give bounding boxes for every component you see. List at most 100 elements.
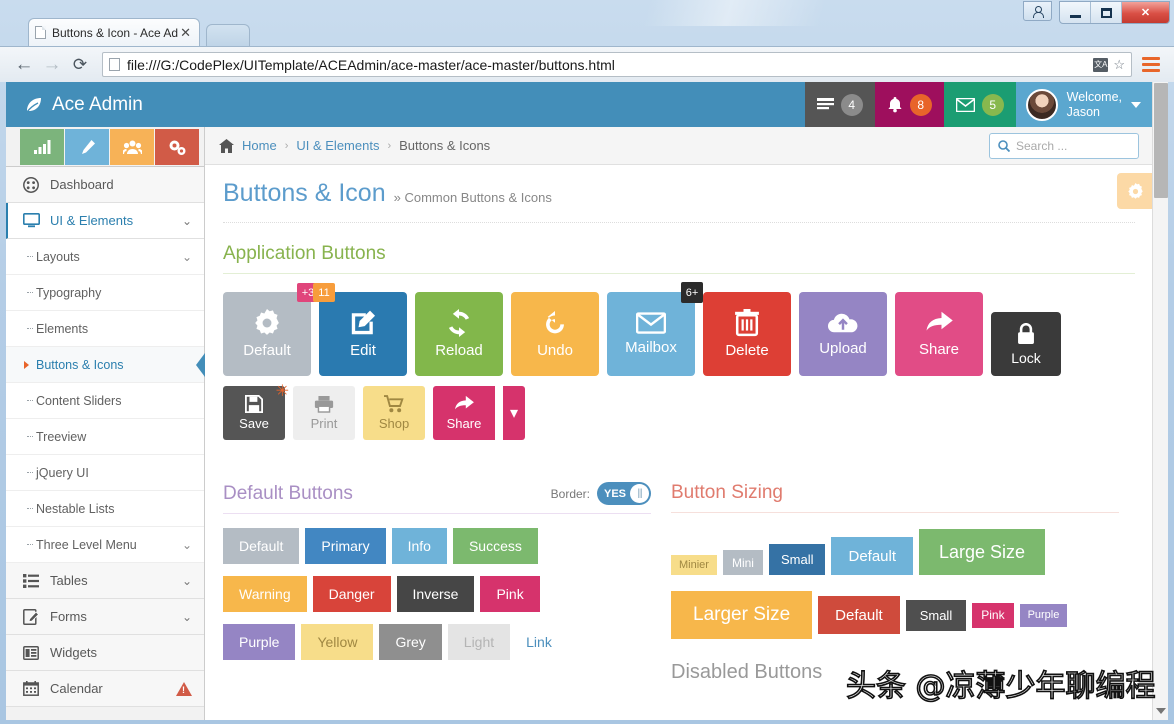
messages-menu[interactable]: 5: [943, 82, 1016, 127]
welcome-label: Welcome,: [1066, 89, 1122, 104]
button-purple-size[interactable]: Purple: [1019, 603, 1068, 627]
button-mini[interactable]: Mini: [722, 550, 763, 575]
address-bar[interactable]: file:///G:/CodePlex/UITemplate/ACEAdmin/…: [102, 52, 1132, 77]
chart-shortcut[interactable]: [20, 129, 64, 165]
sidebar-item-ui-elements[interactable]: UI & Elements ⌄: [6, 203, 204, 239]
app-button-upload[interactable]: Upload: [799, 292, 887, 376]
button-default-size-2[interactable]: Default: [818, 596, 900, 634]
sidebar-item-typography[interactable]: Typography: [6, 275, 204, 311]
app-button-delete[interactable]: Delete: [703, 292, 791, 376]
sidebar-item-content-sliders[interactable]: Content Sliders: [6, 383, 204, 419]
border-toggle-group: Border: YES |||: [551, 482, 651, 505]
cart-icon: [384, 395, 404, 413]
sidebar-item-buttons-icons[interactable]: Buttons & Icons: [6, 347, 205, 383]
app-button-share-split[interactable]: Share: [433, 386, 495, 440]
app-badge-edit: 11: [313, 283, 335, 302]
button-default[interactable]: Default: [223, 528, 300, 564]
avatar: [1025, 88, 1058, 121]
breadcrumb-home[interactable]: Home: [242, 138, 277, 153]
button-light[interactable]: Light: [447, 624, 511, 660]
sidebar-item-forms[interactable]: Forms ⌄: [6, 599, 204, 635]
sidebar-item-calendar[interactable]: Calendar: [6, 671, 204, 707]
scrollbar-thumb[interactable]: [1154, 83, 1168, 198]
notifications-menu[interactable]: 8: [874, 82, 944, 127]
page-scrollbar[interactable]: [1152, 82, 1168, 720]
watermark-text: 头条 @凉薄少年聊编程: [845, 668, 1156, 705]
sidebar-item-three-level-menu[interactable]: Three Level Menu ⌄: [6, 527, 204, 563]
reload-button[interactable]: ⟳: [66, 51, 94, 79]
app-button-reload[interactable]: Reload: [415, 292, 503, 376]
translate-icon[interactable]: 文A: [1093, 57, 1109, 72]
button-small-size-2[interactable]: Small: [905, 599, 967, 631]
sidebar-item-widgets[interactable]: Widgets: [6, 635, 204, 671]
border-toggle-label: Border:: [550, 486, 590, 501]
button-success[interactable]: Success: [452, 528, 538, 564]
new-tab-button[interactable]: [206, 24, 250, 46]
settings-shortcut[interactable]: [155, 129, 199, 165]
scroll-down-arrow-icon[interactable]: [1156, 708, 1166, 714]
application-buttons: +3 Default 11 Edit Reload Undo 6+ Mailbo…: [223, 282, 1135, 440]
button-minier[interactable]: Minier: [671, 555, 717, 575]
app-button-label: Default: [243, 342, 291, 359]
app-button-undo[interactable]: Undo: [511, 292, 599, 376]
user-menu[interactable]: Welcome, Jason: [1015, 82, 1153, 127]
sizing-row-2: Larger Size Default Small Pink Purple: [671, 591, 1137, 639]
button-small[interactable]: Small: [768, 544, 826, 575]
border-toggle-value: YES: [604, 487, 627, 500]
button-link[interactable]: Link: [516, 624, 562, 660]
back-button[interactable]: ←: [10, 51, 38, 79]
button-larger-size[interactable]: Larger Size: [671, 591, 813, 639]
sidebar-item-treeview[interactable]: Treeview: [6, 419, 204, 455]
app-button-default[interactable]: +3 Default: [223, 283, 319, 376]
sidebar-item-elements[interactable]: Elements: [6, 311, 204, 347]
button-pink[interactable]: Pink: [480, 576, 540, 612]
forward-button[interactable]: →: [38, 51, 66, 79]
sidebar-item-jquery-ui[interactable]: jQuery UI: [6, 455, 204, 491]
button-primary[interactable]: Primary: [305, 528, 386, 564]
page-favicon-icon: [35, 26, 46, 39]
edit-shortcut[interactable]: [65, 129, 109, 165]
button-warning[interactable]: Warning: [223, 576, 307, 612]
app-button-label: Share: [446, 416, 482, 431]
app-button-mailbox[interactable]: 6+ Mailbox: [607, 282, 703, 376]
browser-menu-button[interactable]: [1138, 52, 1164, 78]
app-button-edit[interactable]: 11 Edit: [313, 283, 407, 376]
sidebar-item-label: Dashboard: [50, 177, 114, 192]
form-icon: [22, 608, 40, 625]
app-button-print[interactable]: Print: [293, 386, 355, 440]
app-button-label: Share: [918, 341, 960, 358]
button-inverse[interactable]: Inverse: [396, 576, 475, 612]
button-sizing-column: Button Sizing Minier Mini Small Default …: [671, 462, 1137, 684]
browser-tab[interactable]: Buttons & Icon - Ace Ad ✕: [28, 18, 200, 46]
border-toggle-switch[interactable]: YES |||: [597, 482, 651, 505]
app-brand[interactable]: Ace Admin: [6, 82, 196, 127]
search-placeholder: Search ...: [1016, 138, 1068, 153]
share-dropdown-toggle[interactable]: ▾: [503, 386, 525, 440]
app-button-lock[interactable]: Lock: [991, 312, 1061, 376]
button-large-size[interactable]: Large Size: [919, 529, 1046, 575]
tasks-menu[interactable]: 4: [804, 82, 875, 127]
button-yellow[interactable]: Yellow: [301, 624, 374, 660]
app-button-save[interactable]: ✳ Save: [223, 383, 289, 440]
button-purple[interactable]: Purple: [223, 624, 296, 660]
bookmark-star-icon[interactable]: ☆: [1113, 57, 1125, 73]
sidebar-item-tables[interactable]: Tables ⌄: [6, 563, 204, 599]
tab-close-icon[interactable]: ✕: [178, 25, 193, 41]
settings-tab-button[interactable]: [1117, 173, 1153, 209]
sidebar-item-dashboard[interactable]: Dashboard: [6, 167, 204, 203]
button-info[interactable]: Info: [391, 528, 447, 564]
button-pink-size[interactable]: Pink: [972, 602, 1014, 628]
users-shortcut[interactable]: [110, 129, 154, 165]
breadcrumb-ui-elements[interactable]: UI & Elements: [296, 138, 379, 153]
sidebar-item-layouts[interactable]: Layouts ⌄: [6, 239, 204, 275]
search-input[interactable]: Search ...: [989, 132, 1139, 159]
tasks-badge: 4: [840, 93, 863, 116]
main-content: Home › UI & Elements › Buttons & Icons S…: [205, 127, 1153, 720]
button-grey[interactable]: Grey: [379, 624, 442, 660]
button-default-size[interactable]: Default: [831, 537, 914, 575]
button-danger[interactable]: Danger: [312, 576, 391, 612]
app-button-label: Delete: [725, 342, 769, 359]
sidebar-item-nestable-lists[interactable]: Nestable Lists: [6, 491, 204, 527]
app-button-share[interactable]: Share: [895, 292, 983, 376]
app-button-shop[interactable]: Shop: [363, 386, 425, 440]
